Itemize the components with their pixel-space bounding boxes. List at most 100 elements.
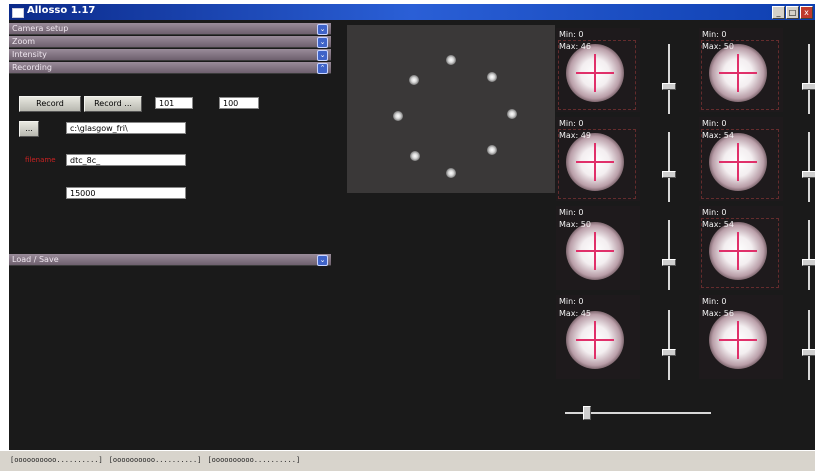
- slider-rail: [668, 44, 670, 114]
- fluorescent-spot: [410, 151, 420, 161]
- crosshair-v: [594, 54, 596, 92]
- slider-rail: [668, 220, 670, 290]
- threshold-slider-6[interactable]: [802, 220, 815, 290]
- app-icon: [12, 8, 24, 18]
- browse-button[interactable]: ...: [19, 121, 39, 137]
- fluorescent-spot: [393, 111, 403, 121]
- section-recording[interactable]: Recording ⌃: [9, 62, 331, 74]
- spot-tile-8[interactable]: Min: 0 Max: 56: [699, 295, 783, 379]
- spot-tile-6[interactable]: Min: 0 Max: 54: [699, 206, 783, 290]
- slider-knob[interactable]: [802, 259, 815, 266]
- slider-rail: [808, 310, 810, 380]
- expand-icon[interactable]: ⌄: [317, 50, 328, 61]
- control-panel: Camera setup ⌄ Zoom ⌄ Intensity ⌄ Record…: [9, 21, 331, 441]
- expand-icon[interactable]: ⌄: [317, 255, 328, 266]
- slider-rail: [808, 132, 810, 202]
- max-label: Max: 49: [559, 131, 591, 140]
- slider-rail: [808, 44, 810, 114]
- fluorescent-spot: [487, 145, 497, 155]
- min-label: Min: 0: [702, 297, 727, 306]
- slider-knob[interactable]: [662, 83, 676, 90]
- max-label: Max: 56: [702, 309, 734, 318]
- spot-tile-1[interactable]: Min: 0 Max: 46: [556, 28, 640, 112]
- slider-knob[interactable]: [662, 171, 676, 178]
- spot-tile-3[interactable]: Min: 0 Max: 49: [556, 117, 640, 201]
- fluorescent-spot: [446, 55, 456, 65]
- slider-knob[interactable]: [662, 259, 676, 266]
- title-bar[interactable]: Allosso 1.17 _ □ x: [9, 4, 815, 20]
- section-zoom[interactable]: Zoom ⌄: [9, 36, 331, 48]
- start-frame-input[interactable]: 101: [155, 97, 193, 109]
- fluorescent-spot: [409, 75, 419, 85]
- window-title: Allosso 1.17: [27, 5, 96, 16]
- camera-preview: [347, 25, 555, 193]
- threshold-slider-5[interactable]: [662, 220, 676, 290]
- section-label: Load / Save: [12, 255, 59, 264]
- max-label: Max: 54: [702, 220, 734, 229]
- threshold-slider-1[interactable]: [662, 44, 676, 114]
- slider-rail: [668, 310, 670, 380]
- app-window: Allosso 1.17 _ □ x Camera setup ⌄ Zoom ⌄…: [9, 4, 815, 466]
- min-label: Min: 0: [559, 30, 584, 39]
- slider-knob[interactable]: [583, 406, 591, 420]
- max-label: Max: 50: [559, 220, 591, 229]
- threshold-slider-7[interactable]: [662, 310, 676, 380]
- section-intensity[interactable]: Intensity ⌄: [9, 49, 331, 61]
- min-label: Min: 0: [702, 208, 727, 217]
- spot-tile-2[interactable]: Min: 0 Max: 50: [699, 28, 783, 112]
- crosshair-v: [594, 321, 596, 359]
- crosshair-v: [737, 143, 739, 181]
- threshold-slider-2[interactable]: [802, 44, 815, 114]
- section-label: Zoom: [12, 37, 36, 46]
- max-label: Max: 54: [702, 131, 734, 140]
- record-button[interactable]: Record: [19, 96, 81, 112]
- threshold-slider-3[interactable]: [662, 132, 676, 202]
- status-cell: [oooooooooo..........]: [108, 456, 202, 464]
- rate-input[interactable]: 100: [219, 97, 259, 109]
- crosshair-v: [737, 232, 739, 270]
- section-label: Recording: [12, 63, 53, 72]
- section-load-save[interactable]: Load / Save ⌄: [9, 254, 331, 266]
- slider-knob[interactable]: [802, 83, 815, 90]
- minimize-button[interactable]: _: [772, 6, 785, 19]
- section-camera-setup[interactable]: Camera setup ⌄: [9, 23, 331, 35]
- fluorescent-spot: [446, 168, 456, 178]
- spot-tile-5[interactable]: Min: 0 Max: 50: [556, 206, 640, 290]
- status-cell: [oooooooooo..........]: [10, 456, 103, 464]
- filename-label: filename: [25, 156, 56, 164]
- status-bar: [oooooooooo..........] [oooooooooo......…: [0, 450, 815, 471]
- min-label: Min: 0: [702, 119, 727, 128]
- threshold-slider-8[interactable]: [802, 310, 815, 380]
- prefix-input[interactable]: dtc_8c_: [66, 154, 186, 166]
- maximize-button[interactable]: □: [786, 6, 799, 19]
- frame-slider[interactable]: [565, 406, 711, 420]
- slider-knob[interactable]: [802, 349, 815, 356]
- fluorescent-spot: [487, 72, 497, 82]
- min-label: Min: 0: [702, 30, 727, 39]
- slider-knob[interactable]: [802, 171, 815, 178]
- min-label: Min: 0: [559, 119, 584, 128]
- close-button[interactable]: x: [800, 6, 813, 19]
- slider-rail: [668, 132, 670, 202]
- expand-icon[interactable]: ⌄: [317, 24, 328, 35]
- section-label: Camera setup: [12, 24, 69, 33]
- frames-input[interactable]: 15000: [66, 187, 186, 199]
- spot-tile-7[interactable]: Min: 0 Max: 45: [556, 295, 640, 379]
- min-label: Min: 0: [559, 297, 584, 306]
- record-options-button[interactable]: Record ...: [84, 96, 142, 112]
- max-label: Max: 50: [702, 42, 734, 51]
- slider-rail: [808, 220, 810, 290]
- path-input[interactable]: c:\glasgow_fri\: [66, 122, 186, 134]
- max-label: Max: 46: [559, 42, 591, 51]
- crosshair-v: [594, 232, 596, 270]
- threshold-slider-4[interactable]: [802, 132, 815, 202]
- slider-knob[interactable]: [662, 349, 676, 356]
- spot-tile-4[interactable]: Min: 0 Max: 54: [699, 117, 783, 201]
- expand-icon[interactable]: ⌃: [317, 63, 328, 74]
- expand-icon[interactable]: ⌄: [317, 37, 328, 48]
- fluorescent-spot: [507, 109, 517, 119]
- max-label: Max: 45: [559, 309, 591, 318]
- crosshair-v: [737, 321, 739, 359]
- crosshair-v: [737, 54, 739, 92]
- section-label: Intensity: [12, 50, 47, 59]
